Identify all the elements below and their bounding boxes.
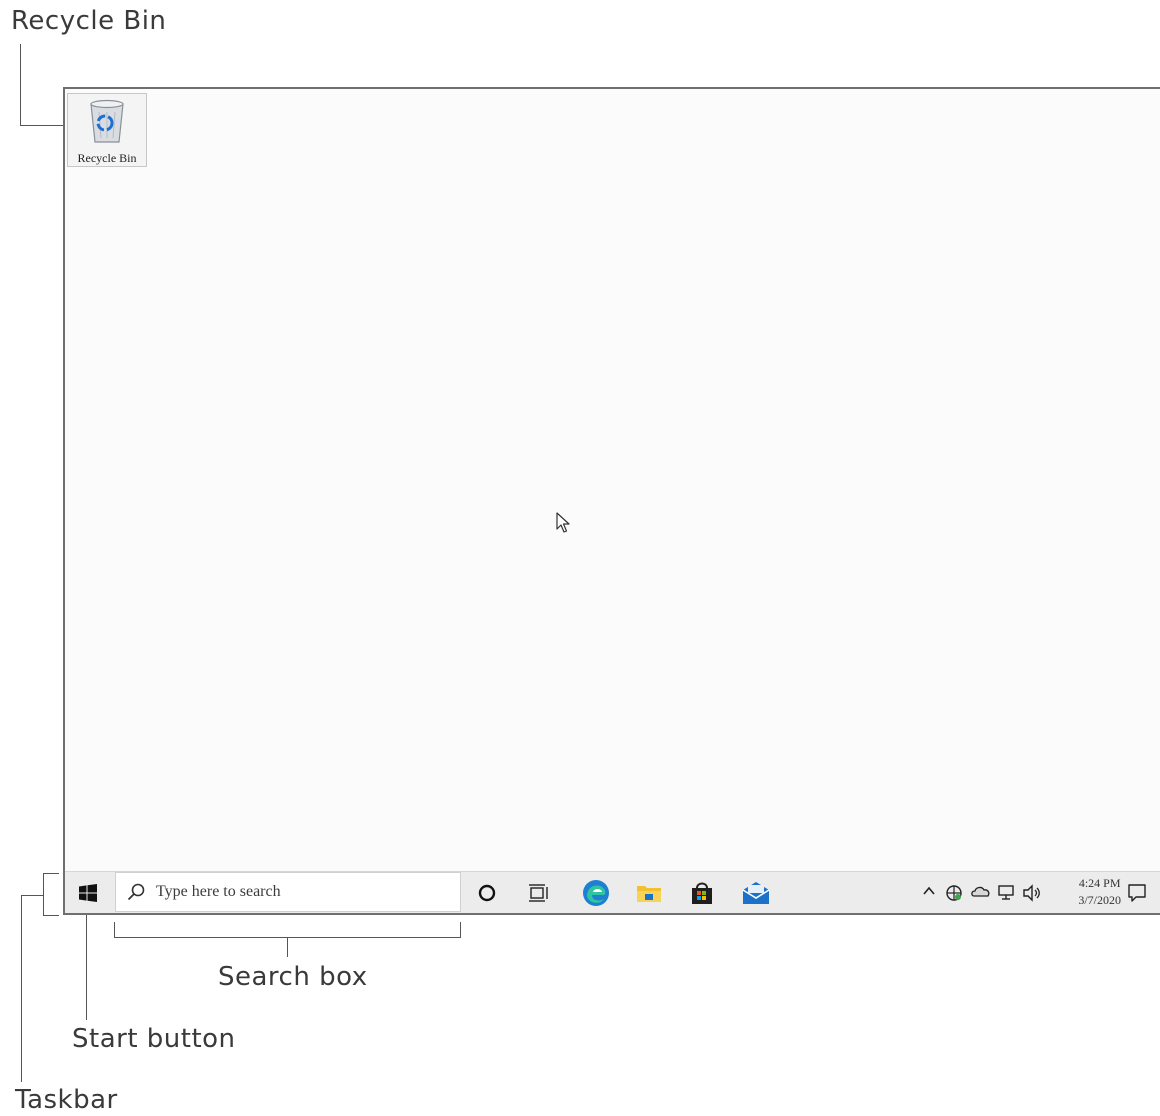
desktop-icon-recycle-bin[interactable]: Recycle Bin: [67, 93, 147, 167]
volume-icon[interactable]: [1022, 884, 1042, 902]
clock[interactable]: 4:24 PM 3/7/2020: [1078, 875, 1121, 909]
leader-line: [20, 44, 21, 126]
file-explorer-button[interactable]: [629, 872, 669, 914]
callout-taskbar: Taskbar: [15, 1085, 118, 1115]
chevron-up-icon[interactable]: [922, 884, 936, 898]
search-icon: [127, 883, 145, 901]
bracket-line: [43, 915, 59, 916]
callout-recycle-bin: Recycle Bin: [11, 6, 167, 36]
cortana-circle-icon: [478, 884, 496, 902]
clock-time: 4:24 PM: [1078, 876, 1121, 890]
bracket-line: [287, 937, 288, 957]
network-icon[interactable]: [997, 884, 1017, 902]
onedrive-icon[interactable]: [971, 884, 991, 900]
mouse-pointer-icon: [556, 512, 570, 533]
bracket-line: [114, 922, 115, 938]
desktop-icon-label: Recycle Bin: [77, 151, 137, 165]
clock-date: 3/7/2020: [1078, 893, 1121, 907]
windows-logo-icon: [79, 884, 97, 902]
callout-start-button: Start button: [72, 1024, 236, 1054]
folder-icon: [637, 886, 661, 902]
taskbar: 4:24 PM 3/7/2020: [65, 871, 1160, 913]
bracket-line: [21, 895, 22, 1082]
callout-search-box: Search box: [218, 962, 368, 992]
start-button[interactable]: [67, 872, 109, 914]
store-bag-icon: [692, 882, 712, 904]
bracket-line: [43, 873, 59, 874]
recycle-bin-icon: [90, 99, 124, 143]
mail-icon: [742, 882, 770, 904]
task-view-button[interactable]: [521, 872, 557, 914]
mail-button[interactable]: [736, 872, 776, 914]
edge-icon: [583, 880, 609, 906]
bracket-line: [21, 895, 43, 896]
search-input[interactable]: [154, 882, 438, 902]
notification-icon[interactable]: [1127, 883, 1147, 903]
store-button[interactable]: [682, 872, 722, 914]
defender-icon[interactable]: [945, 884, 963, 902]
edge-button[interactable]: [575, 872, 617, 914]
bracket-line: [460, 922, 461, 938]
cortana-button[interactable]: [469, 872, 505, 914]
leader-line: [86, 906, 87, 1020]
desktop-screen: Recycle Bin Type here to search 4:24 PM …: [63, 87, 1160, 915]
search-box[interactable]: [115, 872, 461, 912]
bracket-line: [43, 873, 44, 916]
task-view-icon: [529, 884, 548, 902]
